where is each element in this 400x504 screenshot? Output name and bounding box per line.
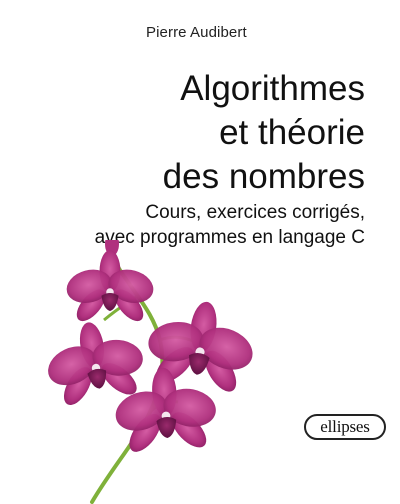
author-name: Pierre Audibert [146, 24, 247, 41]
title-line: Algorithmes [180, 69, 365, 108]
publisher-logo: ellipses [304, 414, 386, 440]
book-title: Algorithmes et théorie des nombres [65, 67, 365, 199]
orchid-illustration [36, 240, 264, 504]
title-line: et théorie [219, 113, 365, 152]
subtitle-line: Cours, exercices corrigés, [145, 202, 365, 223]
book-cover: Pierre Audibert Algorithmes et théorie d… [0, 0, 400, 504]
title-line: des nombres [162, 157, 365, 196]
